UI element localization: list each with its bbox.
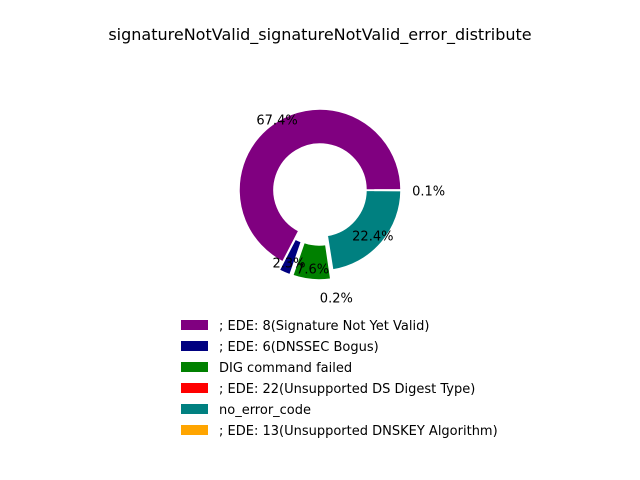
legend-swatch [181,383,208,393]
slice-ede-13-unsupported-dnskey-algorithm [374,189,411,192]
pct-label-ede-8-signature-not-yet-valid: 67.4% [256,113,297,128]
legend-label: DIG command failed [219,361,352,376]
legend-swatch [181,404,208,414]
legend-label: ; EDE: 22(Unsupported DS Digest Type) [219,382,475,397]
legend-item-ede-13-unsupported-dnskey-algorithm: ; EDE: 13(Unsupported DNSKEY Algorithm) [181,424,498,439]
pct-label-dig-command-failed: 7.6% [296,262,329,277]
pct-label-ede-13-unsupported-dnskey-algorithm: 0.1% [412,184,445,199]
legend-item-ede-22-unsupported-ds-digest-type: ; EDE: 22(Unsupported DS Digest Type) [181,382,475,397]
legend-swatch [181,425,208,435]
chart-title: signatureNotValid_signatureNotValid_erro… [108,25,531,45]
pct-label-no-error-code: 22.4% [352,229,393,244]
slices-layer [238,108,411,281]
legend-swatch [181,341,208,351]
legend-label: ; EDE: 8(Signature Not Yet Valid) [219,319,429,334]
legend-item-ede-8-signature-not-yet-valid: ; EDE: 8(Signature Not Yet Valid) [181,319,429,334]
chart-container: signatureNotValid_signatureNotValid_erro… [0,0,640,480]
legend-label: no_error_code [219,403,311,418]
legend-label: ; EDE: 6(DNSSEC Bogus) [219,340,379,355]
legend-label: ; EDE: 13(Unsupported DNSKEY Algorithm) [219,424,498,439]
legend-item-ede-6-dnssec-bogus: ; EDE: 6(DNSSEC Bogus) [181,340,379,355]
donut-chart: signatureNotValid_signatureNotValid_erro… [108,25,531,439]
legend-item-no-error-code: no_error_code [181,403,311,418]
legend-swatch [181,362,208,372]
legend-swatch [181,320,208,330]
pct-label-ede-22-unsupported-ds-digest-type: 0.2% [320,291,353,306]
legend: ; EDE: 8(Signature Not Yet Valid) ; EDE: … [181,319,498,439]
legend-item-dig-command-failed: DIG command failed [181,361,352,376]
